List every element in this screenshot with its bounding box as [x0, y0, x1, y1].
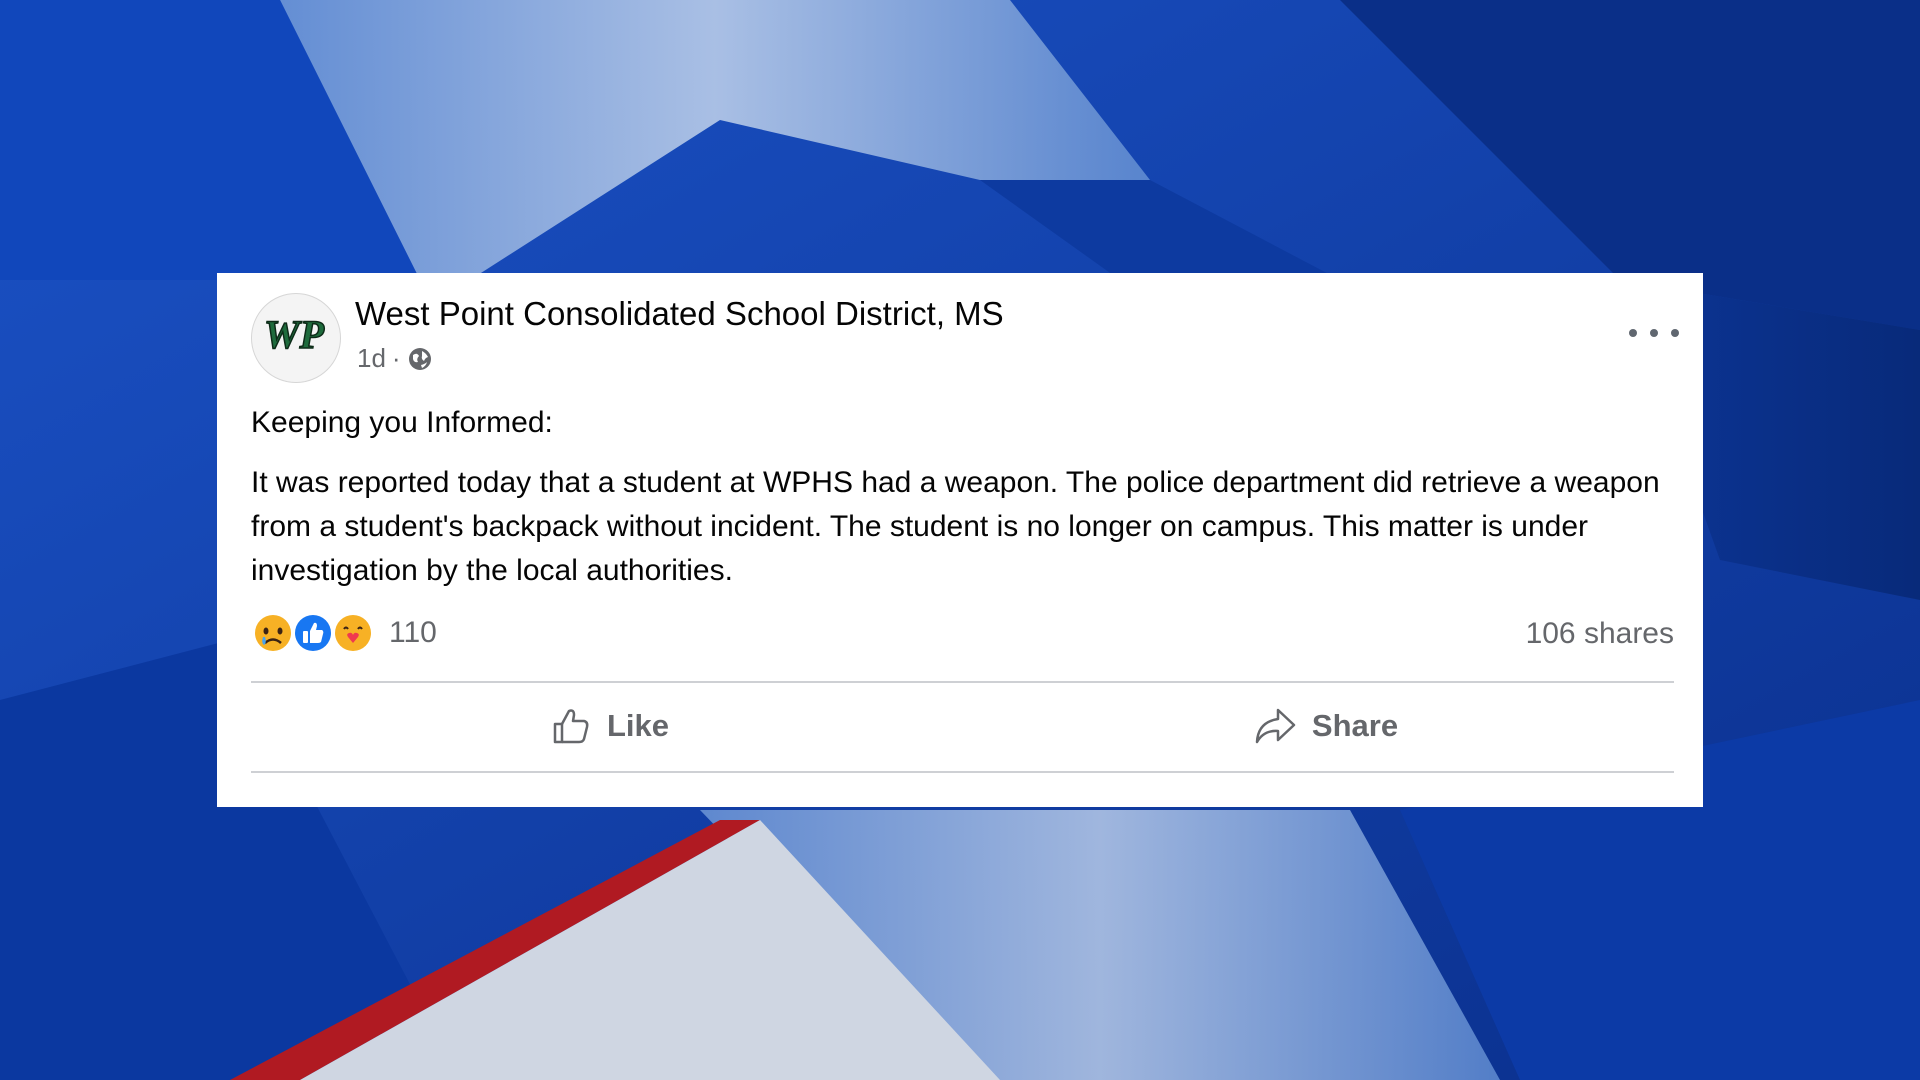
post-time[interactable]: 1d — [357, 343, 386, 374]
post-body-text: It was reported today that a student at … — [251, 466, 1660, 587]
like-reaction-icon — [291, 611, 335, 655]
post-meta: 1d · — [357, 343, 433, 374]
like-button[interactable]: Like — [251, 681, 967, 771]
share-count-link[interactable]: 106 shares — [1526, 617, 1674, 651]
share-arrow-icon — [1255, 708, 1296, 744]
reactions-summary[interactable]: 110 — [251, 611, 437, 655]
care-reaction-icon — [331, 611, 375, 655]
share-button[interactable]: Share — [967, 681, 1683, 771]
page-name-link[interactable]: West Point Consolidated School District,… — [355, 295, 1004, 333]
post-intro-text: Keeping you Informed: — [251, 406, 553, 439]
avatar-text: WP — [264, 312, 325, 357]
facebook-post-card: WP West Point Consolidated School Distri… — [217, 273, 1703, 807]
more-dot — [1671, 329, 1679, 337]
more-dot — [1629, 329, 1637, 337]
more-dot — [1650, 329, 1658, 337]
thumbs-up-icon — [553, 709, 589, 744]
more-options-button[interactable] — [1629, 323, 1679, 343]
meta-separator: · — [391, 343, 401, 373]
school-logo-icon: WP — [263, 311, 325, 358]
divider — [251, 771, 1674, 773]
page-avatar[interactable]: WP — [251, 293, 341, 383]
sad-reaction-icon — [251, 611, 295, 655]
like-label: Like — [606, 708, 670, 743]
reaction-count: 110 — [389, 616, 437, 649]
globe-icon[interactable] — [407, 346, 433, 372]
share-label: Share — [1311, 708, 1399, 743]
